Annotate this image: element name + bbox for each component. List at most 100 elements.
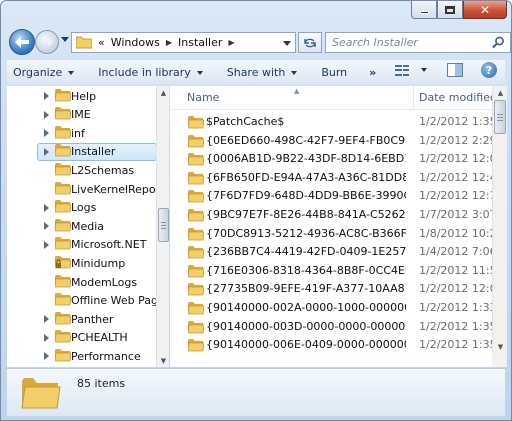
nav-tree-item-label: Performance (71, 349, 141, 363)
expand-arrow-icon[interactable] (44, 352, 49, 361)
file-list-scrollbar[interactable]: ▲ ▼ (492, 86, 507, 353)
expand-arrow-icon[interactable] (44, 92, 49, 100)
refresh-button[interactable] (298, 32, 322, 53)
file-row[interactable]: {70DC8913-5212-4936-AC8C-B366F55045... 1/… (170, 225, 492, 243)
nav-tree-item-label: Installer (71, 145, 116, 159)
file-row[interactable]: $PatchCache$ 1/2/2012 1:35 P (170, 113, 492, 131)
date-modified-column-header[interactable]: Date modified (419, 91, 492, 104)
folder-icon (187, 208, 205, 225)
expand-arrow-icon[interactable] (44, 147, 49, 156)
navigation-scrollbar[interactable]: ▲ ▼ (156, 86, 169, 367)
nav-tree-item[interactable]: Logs (7, 199, 159, 217)
back-button[interactable] (9, 29, 35, 55)
file-row[interactable]: {716E0306-8318-4364-8B8F-0CC4E9376B... 1/… (170, 262, 492, 280)
file-row[interactable]: {9BC97E7F-8E26-44B8-841A-C5262754FC... 1/… (170, 206, 492, 224)
nav-tree-item[interactable]: Help (7, 87, 159, 105)
nav-tree-item[interactable]: LiveKernelReports (7, 180, 168, 198)
forward-button[interactable] (35, 30, 59, 54)
name-column-header[interactable]: Name (187, 91, 219, 104)
help-icon[interactable]: ? (481, 62, 497, 78)
nav-tree-item[interactable]: Minidump (7, 254, 159, 272)
address-dropdown-icon[interactable] (283, 41, 291, 46)
expand-arrow-icon[interactable] (44, 203, 49, 212)
nav-tree-item[interactable]: Microsoft.NET (7, 236, 159, 254)
scroll-down-arrow-icon[interactable]: ▼ (157, 354, 170, 367)
file-row[interactable]: {0E6ED660-498C-42F7-9EF4-FB0C96DFC0... 1/… (170, 132, 492, 150)
file-date-modified: 1/2/2012 1:33 P (419, 301, 492, 314)
close-button[interactable]: ✕ (463, 1, 507, 19)
refresh-icon (304, 38, 316, 47)
file-row[interactable]: {6FB650FD-E94A-47A3-A36C-81DD82419... 1/2… (170, 169, 492, 187)
file-row[interactable]: {90140000-006E-0409-0000-0000000FF1CE} 1/… (170, 336, 492, 354)
folder-icon (187, 227, 205, 244)
nav-tree-item[interactable]: Performance (7, 347, 159, 365)
nav-tree-item[interactable]: IME (7, 106, 159, 124)
address-bar[interactable]: « Windows ▶ Installer ▶ (71, 32, 296, 53)
organize-menu[interactable]: Organize (7, 62, 80, 84)
file-list-scroll-thumb[interactable] (494, 100, 506, 134)
file-row[interactable]: {27735B09-9EFE-419F-A377-10AA8111C3... 1/… (170, 280, 492, 298)
nav-tree-item-label: IME (71, 108, 91, 122)
maximize-button[interactable] (437, 1, 463, 19)
expand-arrow-icon[interactable] (44, 333, 49, 342)
locked-folder-icon (54, 255, 72, 272)
address-overflow[interactable]: « (98, 36, 105, 49)
file-row[interactable]: {90140000-002A-0000-1000-0000000FF1CE} 1/… (170, 299, 492, 317)
change-view-icon[interactable] (395, 64, 409, 76)
breadcrumb-chevron-icon[interactable]: ▶ (228, 38, 234, 47)
expand-arrow-icon[interactable] (44, 110, 49, 119)
burn-label: Burn (321, 66, 348, 79)
share-with-label: Share with (226, 66, 286, 79)
breadcrumb-chevron-icon[interactable]: ▶ (166, 38, 172, 47)
folder-icon (54, 311, 72, 328)
folder-icon (54, 199, 72, 216)
share-with-menu[interactable]: Share with (221, 62, 304, 84)
nav-tree-item[interactable]: Panther (7, 310, 159, 328)
burn-button[interactable]: Burn (315, 62, 353, 84)
folder-icon (54, 218, 72, 235)
include-in-library-menu[interactable]: Include in library (92, 62, 208, 84)
navigation-pane: Help IME inf Installer L2Schemas LiveKernelRe… (7, 86, 169, 367)
preview-pane-icon[interactable] (447, 63, 463, 77)
recent-pages-dropdown[interactable] (61, 37, 69, 42)
nav-tree-item-label: ModemLogs (71, 275, 138, 289)
view-options-dropdown[interactable] (421, 68, 427, 72)
file-row[interactable]: {90140000-003D-0000-0000-0000000FF1CE} 1/… (170, 318, 492, 336)
scroll-up-arrow-icon[interactable]: ▲ (157, 86, 170, 99)
search-icon[interactable] (492, 36, 505, 49)
expand-arrow-icon[interactable] (44, 222, 49, 231)
close-icon: ✕ (479, 2, 491, 17)
file-name: {90140000-002A-0000-1000-0000000FF1CE} (206, 301, 406, 314)
scroll-down-arrow-icon[interactable]: ▼ (493, 340, 508, 353)
nav-tree-item[interactable]: ModemLogs (7, 273, 159, 291)
expand-arrow-icon[interactable] (44, 240, 49, 249)
nav-tree-item[interactable]: L2Schemas (7, 161, 159, 179)
chevron-down-icon (68, 70, 75, 75)
nav-tree-item[interactable]: Offline Web Pages (7, 292, 168, 310)
nav-tree-item[interactable]: Installer (37, 142, 157, 161)
nav-tree-item[interactable]: inf (7, 124, 159, 142)
nav-tree-item[interactable]: Media (7, 217, 159, 235)
chevron-down-icon (196, 70, 203, 75)
scroll-up-arrow-icon[interactable]: ▲ (493, 86, 508, 99)
breadcrumb-windows[interactable]: Windows (111, 36, 160, 49)
search-input[interactable]: Search Installer (325, 32, 511, 53)
column-divider[interactable] (413, 86, 414, 110)
minimize-button[interactable] (411, 1, 437, 19)
expand-arrow-icon[interactable] (44, 129, 49, 138)
file-date-modified: 1/2/2012 12:02 I (419, 152, 492, 166)
folder-icon (54, 162, 72, 179)
navigation-scroll-thumb[interactable] (158, 208, 169, 242)
more-commands-button[interactable]: » (361, 62, 384, 84)
breadcrumb-installer[interactable]: Installer (178, 36, 222, 49)
command-bar: Organize Include in library Share with B… (7, 60, 505, 84)
nav-tree-item[interactable]: PCHEALTH (7, 329, 159, 347)
file-row[interactable]: {236BB7C4-4419-42FD-0409-1E257A25E3... 1/… (170, 243, 492, 261)
file-date-modified: 1/8/2012 10:26 I (419, 226, 492, 240)
forward-arrow-icon (41, 37, 53, 47)
folder-icon (187, 115, 205, 132)
folder-icon (187, 338, 205, 355)
file-row[interactable]: {0006AB1D-9B22-43DF-8D14-6EBD18DED... 1/2… (170, 150, 492, 168)
file-row[interactable]: {7F6D7FD9-648D-4DD9-BB6E-3990C675E... 1/2… (170, 187, 492, 205)
expand-arrow-icon[interactable] (44, 315, 49, 324)
